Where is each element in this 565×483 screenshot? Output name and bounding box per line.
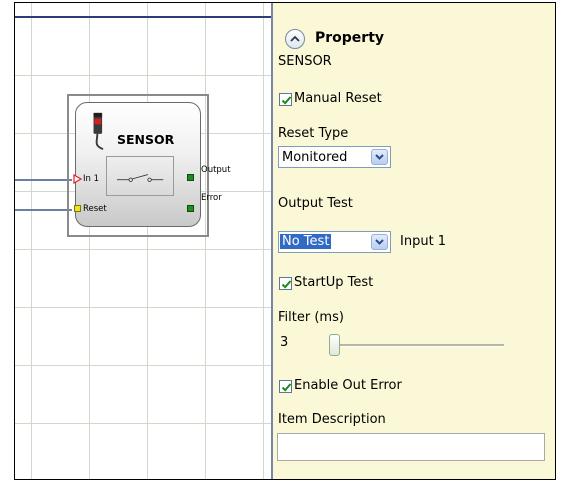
sensor-icon [93, 112, 104, 150]
error-port[interactable] [187, 205, 194, 212]
enable-out-error-checkbox[interactable] [279, 380, 292, 393]
filter-slider-track[interactable] [336, 344, 504, 347]
output-test-dropdown-button[interactable] [371, 234, 388, 250]
filter-label: Filter (ms) [278, 310, 344, 325]
output-test-input-label: Input 1 [400, 234, 447, 249]
reset-type-select[interactable]: Monitored [278, 146, 391, 168]
manual-reset-checkbox[interactable] [279, 93, 292, 106]
reset-type-dropdown-button[interactable] [371, 149, 388, 165]
output-test-value: No Test [280, 234, 332, 249]
reset-type-label: Reset Type [278, 126, 349, 141]
item-description-label: Item Description [278, 412, 386, 427]
startup-test-label[interactable]: StartUp Test [294, 275, 373, 290]
output-test-select[interactable]: No Test [278, 231, 391, 253]
chevron-up-icon [290, 35, 300, 42]
block-title: SENSOR [117, 132, 175, 147]
collapse-button[interactable] [285, 29, 305, 49]
item-description-input[interactable] [277, 433, 545, 461]
input-arrow-icon [73, 174, 82, 184]
wire-reset[interactable] [15, 209, 72, 211]
port-label-output: Output [201, 165, 231, 175]
filter-slider-thumb[interactable] [329, 334, 340, 356]
enable-out-error-label[interactable]: Enable Out Error [294, 378, 402, 393]
panel-title: Property [315, 30, 385, 46]
chevron-down-icon [375, 154, 384, 160]
port-label-in1: In 1 [83, 174, 100, 184]
manual-reset-label[interactable]: Manual Reset [294, 91, 382, 106]
port-label-reset: Reset [83, 204, 107, 214]
filter-value: 3 [280, 335, 289, 350]
switch-contact-icon [117, 174, 164, 182]
startup-test-checkbox[interactable] [279, 277, 292, 290]
output-test-label: Output Test [278, 196, 353, 211]
reset-port[interactable] [74, 205, 81, 212]
component-name: SENSOR [278, 54, 332, 69]
reset-type-value: Monitored [282, 150, 348, 165]
output-port[interactable] [187, 174, 194, 181]
check-icon [281, 383, 292, 392]
wire-in1[interactable] [15, 179, 72, 181]
chevron-down-icon [375, 239, 384, 245]
diagram-canvas[interactable] [15, 3, 271, 479]
check-icon [281, 280, 292, 289]
canvas-top-border [15, 16, 271, 18]
check-icon [281, 96, 292, 105]
port-label-error: Error [201, 193, 222, 203]
